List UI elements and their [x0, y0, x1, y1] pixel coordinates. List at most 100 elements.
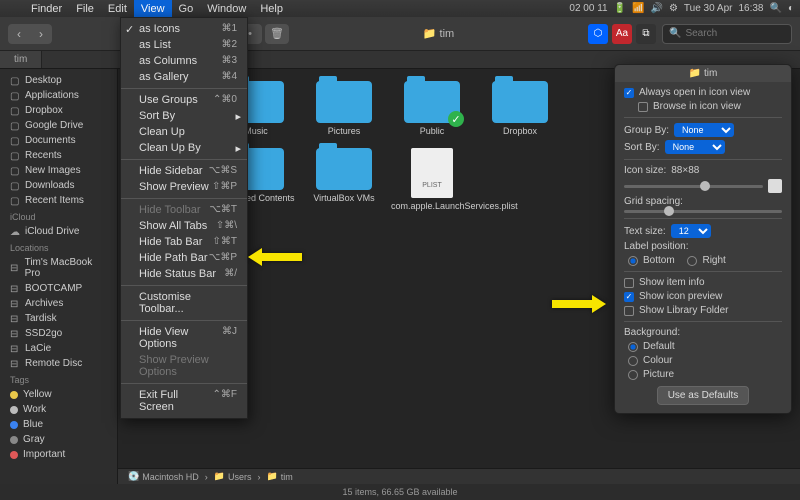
file-item[interactable]: ✓Public: [390, 81, 474, 136]
sidebar-tag[interactable]: Blue: [0, 417, 117, 432]
time-status[interactable]: 16:38: [738, 3, 763, 14]
window-title: 📁 tim: [295, 27, 582, 40]
app-icon-2[interactable]: Aa: [612, 24, 632, 44]
sidebar-tag[interactable]: Yellow: [0, 387, 117, 402]
annotation-arrow: [248, 248, 302, 269]
sidebar-item[interactable]: ▢Google Drive: [0, 118, 117, 133]
tab-tim[interactable]: tim: [0, 51, 42, 68]
menu-item[interactable]: Show Preview⇧⌘P: [121, 179, 247, 195]
sidebar-tag[interactable]: Gray: [0, 432, 117, 447]
view-menu-dropdown: as Icons⌘1as List⌘2as Columns⌘3as Galler…: [120, 17, 248, 419]
menu-item[interactable]: Sort By: [121, 108, 247, 124]
menu-view[interactable]: View: [134, 0, 172, 17]
sidebar-tag[interactable]: Important: [0, 447, 117, 462]
path-crumb[interactable]: 📁 Users: [214, 471, 252, 482]
nav-buttons: ‹ ›: [8, 24, 52, 44]
siri-icon[interactable]: ◐: [788, 3, 794, 14]
spotlight-icon[interactable]: 🔍: [770, 3, 782, 14]
path-crumb[interactable]: 📁 tim: [266, 471, 292, 482]
sidebar-header-tags: Tags: [0, 371, 117, 387]
show-icon-preview-checkbox[interactable]: ✓: [624, 292, 634, 302]
status-bar: 15 items, 66.65 GB available: [0, 484, 800, 500]
sidebar-item[interactable]: ▢Desktop: [0, 73, 117, 88]
group-by-select[interactable]: None: [674, 123, 734, 137]
menu-item[interactable]: Customise Toolbar...: [121, 289, 247, 317]
use-as-defaults-button[interactable]: Use as Defaults: [657, 386, 750, 405]
menu-item[interactable]: as Gallery⌘4: [121, 69, 247, 85]
menu-app[interactable]: Finder: [24, 0, 69, 17]
search-field[interactable]: 🔍 Search: [662, 24, 792, 44]
sidebar-tag[interactable]: Work: [0, 402, 117, 417]
menu-item[interactable]: Hide View Options⌘J: [121, 324, 247, 352]
sidebar-item[interactable]: ⊟Remote Disc: [0, 356, 117, 371]
date-status[interactable]: Tue 30 Apr: [684, 3, 733, 14]
delete-icon[interactable]: 🗑: [265, 24, 289, 44]
sidebar-item[interactable]: ☁iCloud Drive: [0, 224, 117, 239]
back-button[interactable]: ‹: [8, 24, 30, 44]
menu-item[interactable]: Clean Up By: [121, 140, 247, 156]
menu-item[interactable]: as Icons⌘1: [121, 21, 247, 37]
menu-item[interactable]: Hide Tab Bar⇧⌘T: [121, 234, 247, 250]
menubar-status: 02 00 11 🔋📶🔊⚙ Tue 30 Apr 16:38 🔍 ◐: [569, 3, 794, 14]
file-item[interactable]: PLISTcom.apple.LaunchServices.plist: [390, 148, 474, 214]
file-item[interactable]: Pictures: [302, 81, 386, 136]
inspector-title: 📁 tim: [615, 65, 791, 82]
sidebar-item[interactable]: ▢Recent Items: [0, 193, 117, 208]
menu-file[interactable]: File: [69, 0, 101, 17]
label-right-radio[interactable]: [687, 256, 697, 266]
view-options-panel[interactable]: 📁 tim ✓Always open in icon view Browse i…: [614, 64, 792, 414]
sidebar-item[interactable]: ⊟SSD2go: [0, 326, 117, 341]
search-icon: 🔍: [669, 28, 681, 39]
sidebar-item[interactable]: ▢Downloads: [0, 178, 117, 193]
menu-item[interactable]: Hide Path Bar⌥⌘P: [121, 250, 247, 266]
forward-button[interactable]: ›: [30, 24, 52, 44]
menu-item[interactable]: Clean Up: [121, 124, 247, 140]
icon-size-slider[interactable]: [624, 185, 763, 188]
browse-icon-checkbox[interactable]: [638, 102, 648, 112]
file-item[interactable]: VirtualBox VMs: [302, 148, 386, 214]
menu-edit[interactable]: Edit: [101, 0, 134, 17]
menu-item[interactable]: Hide Sidebar⌥⌘S: [121, 163, 247, 179]
sort-by-select[interactable]: None: [665, 140, 725, 154]
sidebar-item[interactable]: ▢Dropbox: [0, 103, 117, 118]
sidebar-item[interactable]: ▢Applications: [0, 88, 117, 103]
menu-item: Show Preview Options: [121, 352, 247, 380]
battery-status[interactable]: 02 00 11: [569, 3, 607, 14]
sidebar-item[interactable]: ⊟BOOTCAMP: [0, 281, 117, 296]
menu-item[interactable]: Show All Tabs⇧⌘\: [121, 218, 247, 234]
show-library-checkbox[interactable]: [624, 306, 634, 316]
dropbox-icon[interactable]: ⧉: [636, 24, 656, 44]
sidebar-item[interactable]: ▢Recents: [0, 148, 117, 163]
sidebar-item[interactable]: ▢New Images: [0, 163, 117, 178]
sidebar-item[interactable]: ⊟LaCie: [0, 341, 117, 356]
path-bar: 💽 Macintosh HD› 📁 Users› 📁 tim: [118, 468, 800, 484]
menu-item[interactable]: Exit Full Screen⌃⌘F: [121, 387, 247, 415]
sidebar: ▢Desktop▢Applications▢Dropbox▢Google Dri…: [0, 69, 118, 484]
file-item[interactable]: Dropbox: [478, 81, 562, 136]
bg-picture-radio[interactable]: [628, 370, 638, 380]
sidebar-item[interactable]: ⊟Archives: [0, 296, 117, 311]
grid-spacing-slider[interactable]: [624, 210, 782, 213]
sidebar-header-icloud: iCloud: [0, 208, 117, 224]
show-item-info-checkbox[interactable]: [624, 278, 634, 288]
text-size-select[interactable]: 12: [671, 224, 711, 238]
path-crumb[interactable]: 💽 Macintosh HD: [128, 471, 199, 482]
menu-help[interactable]: Help: [253, 0, 290, 17]
app-icon-1[interactable]: ⬡: [588, 24, 608, 44]
sidebar-item[interactable]: ⊟Tardisk: [0, 311, 117, 326]
menu-item: Hide Toolbar⌥⌘T: [121, 202, 247, 218]
bg-default-radio[interactable]: [628, 342, 638, 352]
sidebar-header-locations: Locations: [0, 239, 117, 255]
menu-item[interactable]: as List⌘2: [121, 37, 247, 53]
bg-colour-radio[interactable]: [628, 356, 638, 366]
menu-item[interactable]: Hide Status Bar⌘/: [121, 266, 247, 282]
sidebar-item[interactable]: ▢Documents: [0, 133, 117, 148]
menu-item[interactable]: as Columns⌘3: [121, 53, 247, 69]
menu-window[interactable]: Window: [200, 0, 253, 17]
label-bottom-radio[interactable]: [628, 256, 638, 266]
annotation-arrow: [552, 295, 606, 316]
menu-go[interactable]: Go: [172, 0, 201, 17]
always-open-checkbox[interactable]: ✓: [624, 88, 634, 98]
sidebar-item[interactable]: ⊟Tim's MacBook Pro: [0, 255, 117, 281]
menu-item[interactable]: Use Groups⌃⌘0: [121, 92, 247, 108]
